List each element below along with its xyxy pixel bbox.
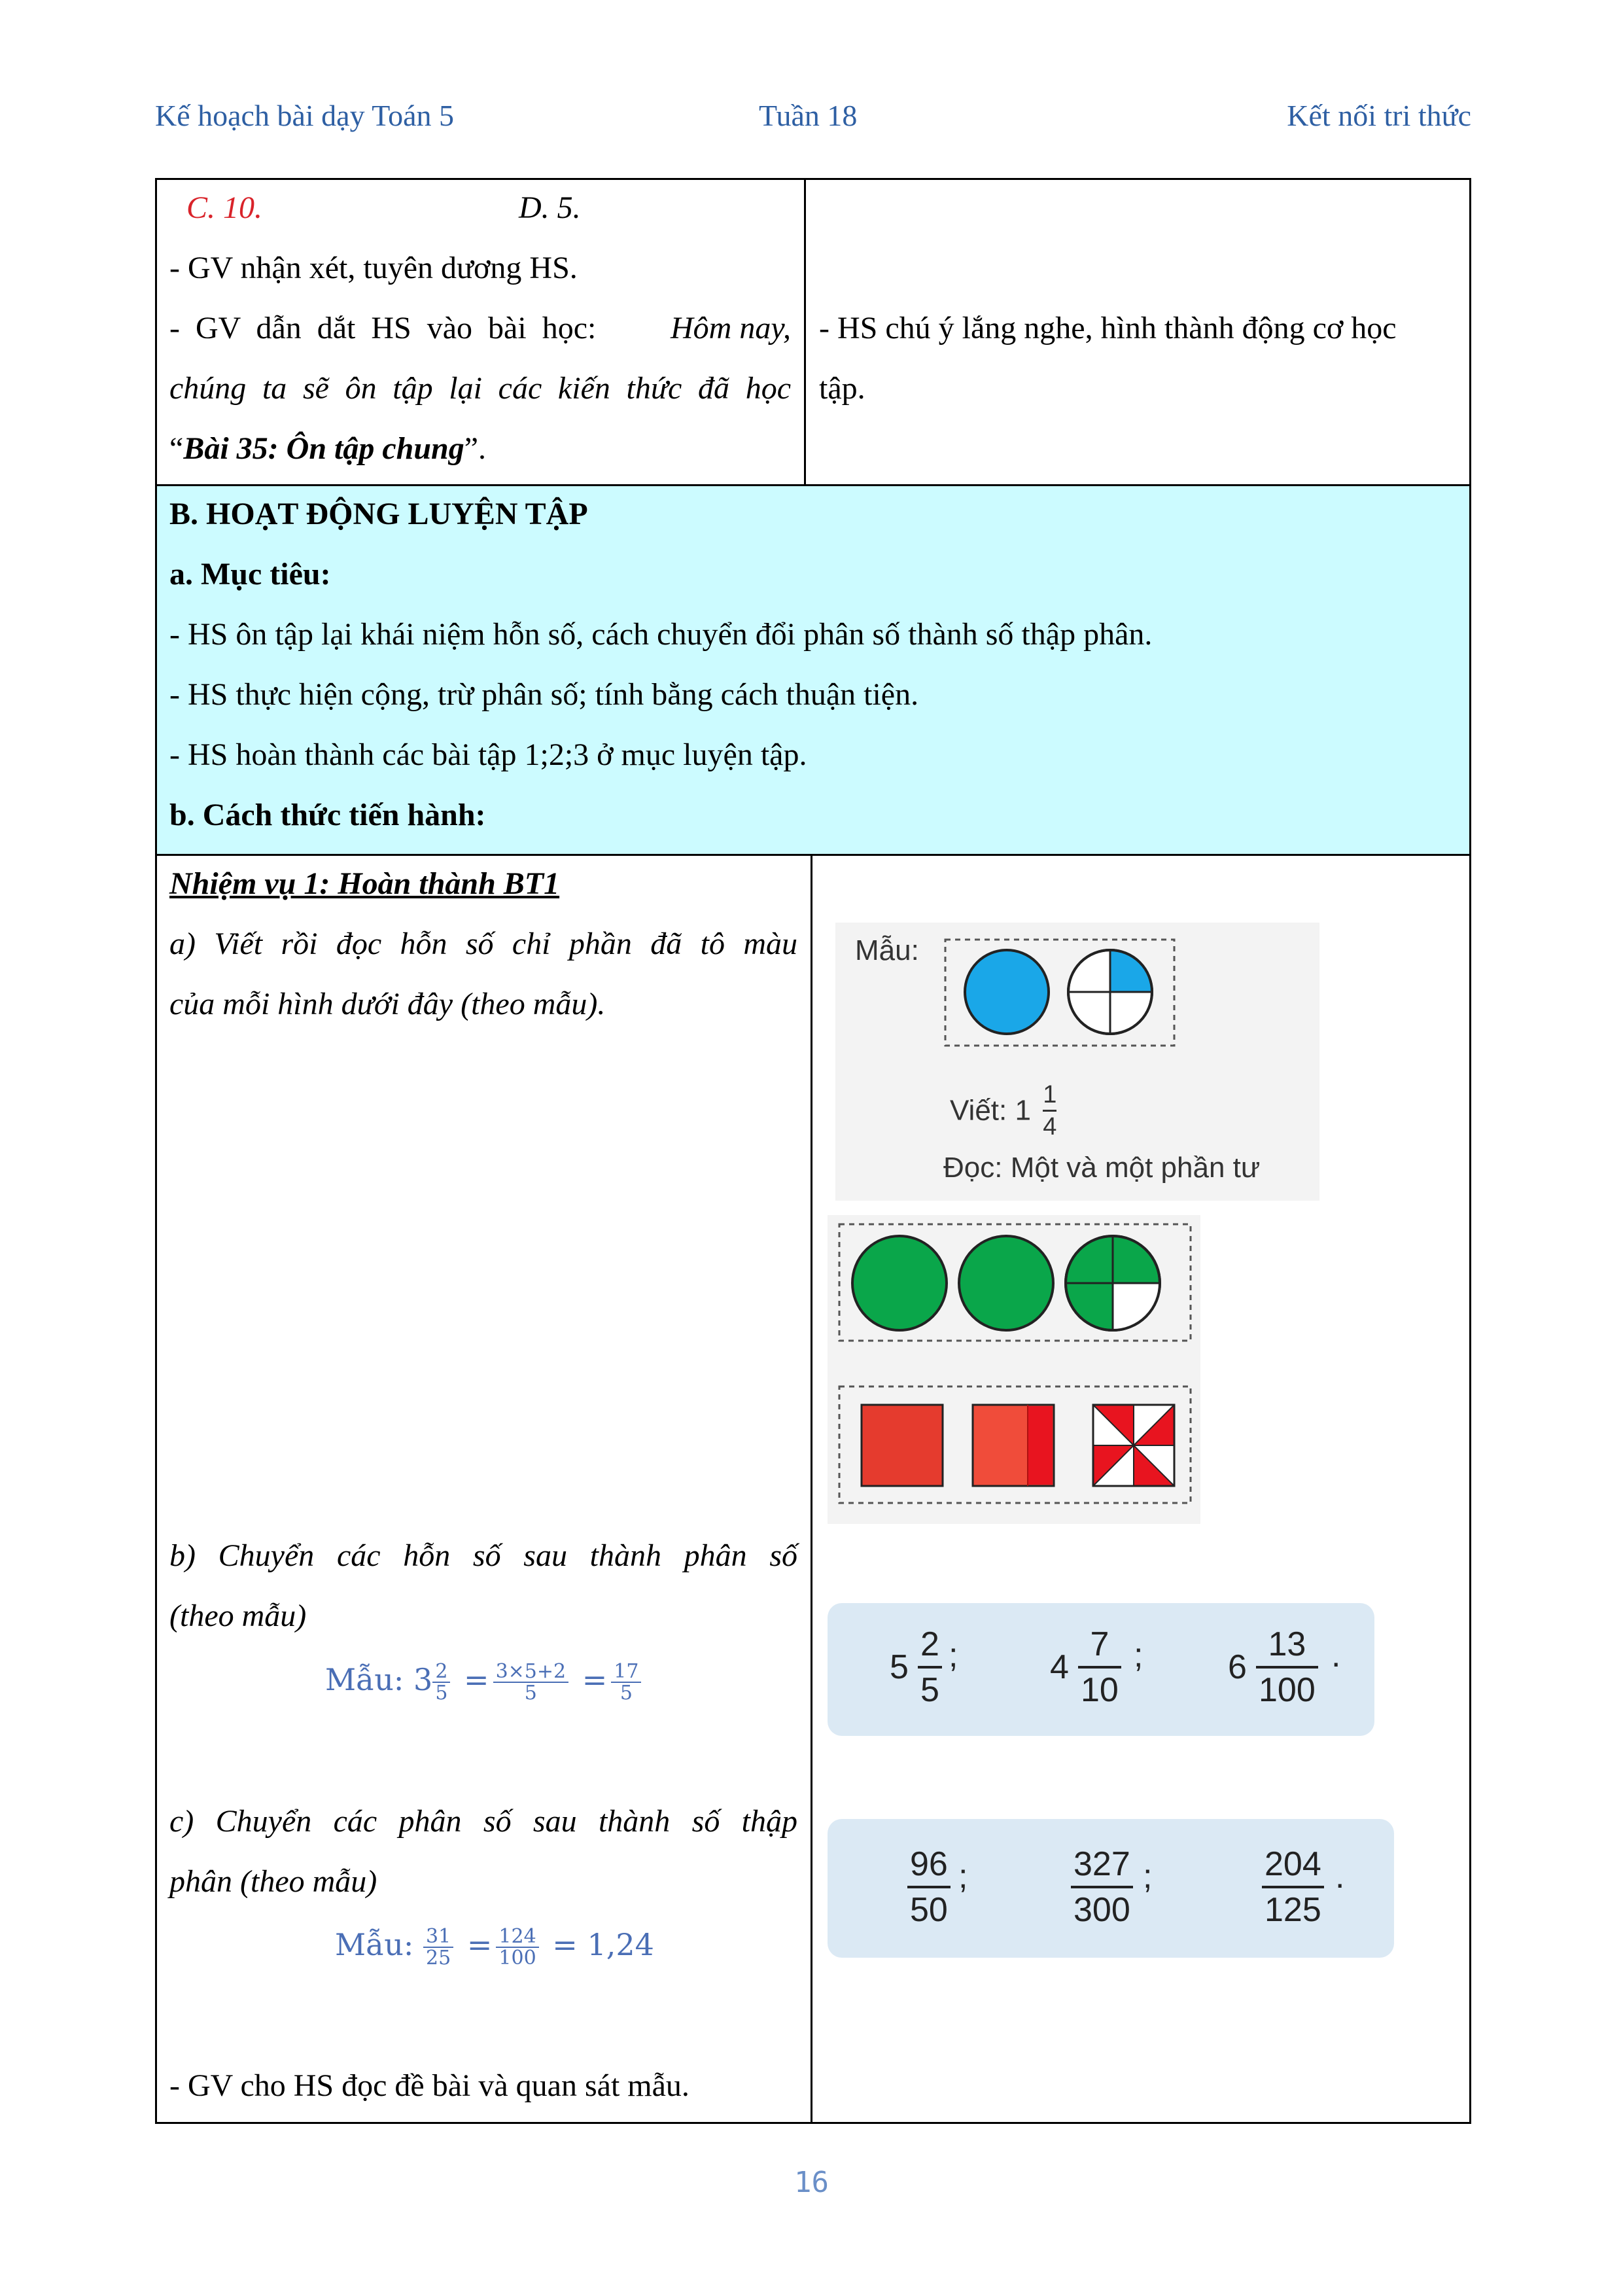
hs-response-1: - HS chú ý lắng nghe, hình thành động cơ…: [819, 311, 1397, 345]
objective-1: - HS ôn tập lại khái niệm hỗn số, cách c…: [169, 617, 1153, 652]
gv-intro-prefix: - GV dẫn dắt HS vào bài học:: [169, 311, 597, 345]
gv-read-instruction: - GV cho HS đọc đề bài và quan sát mẫu.: [169, 2068, 689, 2103]
task1-part-c-2: phân (theo mẫu): [169, 1864, 377, 1899]
sample-read: Đọc: Một và một phần tư: [943, 1152, 1261, 1184]
green-full-circle-1: [851, 1235, 948, 1332]
lesson-title: Bài 35: Ôn tập chung: [183, 431, 464, 466]
task1-part-c-1: c) Chuyển các phân số sau thành số thập: [169, 1804, 797, 1839]
lesson-table: C. 10. D. 5. - GV nhận xét, tuyên dương …: [155, 178, 1471, 2124]
mixed-3-whole: 6: [1228, 1648, 1247, 1686]
gv-praise: - GV nhận xét, tuyên dương HS.: [169, 251, 578, 285]
task1-part-b-2: (theo mẫu): [169, 1598, 307, 1633]
gv-intro-line2: chúng ta sẽ ôn tập lại các kiến thức đã …: [169, 371, 791, 406]
header-right: Kết nối tri thức: [1287, 99, 1471, 132]
gv-intro-line1: - GV dẫn dắt HS vào bài học: Hôm nay,: [169, 298, 791, 359]
quarter-blue-circle: [1067, 949, 1153, 1035]
part-c-sample: Mẫu: 31 25 = 124 100 = 1,24: [335, 1924, 654, 1969]
objective-heading: a. Mục tiêu:: [169, 557, 331, 592]
header-left: Kế hoạch bài dạy Toán 5: [155, 99, 455, 132]
fraction-1: 96 50: [907, 1843, 951, 1932]
option-d: D. 5.: [519, 190, 581, 225]
mixed-2-whole: 4: [1050, 1648, 1069, 1686]
red-striped-square: [971, 1404, 1055, 1487]
task1-part-b-1: b) Chuyển các hỗn số sau thành phân số: [169, 1538, 797, 1573]
red-triangle-square: [1092, 1404, 1176, 1487]
mixed-1-frac: 25: [918, 1623, 942, 1712]
sample-write: Viết: 1 1 4: [950, 1081, 1057, 1140]
method-heading: b. Cách thức tiến hành:: [169, 798, 486, 832]
mixed-1-whole: 5: [890, 1648, 909, 1686]
exercise-shapes: [838, 1223, 1192, 1504]
task1-part-a-1: a) Viết rồi đọc hỗn số chỉ phần đã tô mà…: [169, 927, 797, 961]
header-center: Tuần 18: [759, 99, 858, 132]
objective-2: - HS thực hiện cộng, trừ phân số; tính b…: [169, 677, 919, 712]
page-number: 16: [794, 2166, 829, 2199]
option-c: C. 10.: [186, 190, 263, 225]
fractions-box: 96 50 ; 327 300 ; 204 125 .: [828, 1819, 1394, 1958]
mixed-2-frac: 7 10: [1078, 1623, 1121, 1712]
exercise-shapes-figure: [828, 1215, 1200, 1524]
sample-figure: Mẫu: Viết: 1 1 4 Đọc: Một và một phần tư: [835, 923, 1319, 1201]
task1-part-a-2: của mỗi hình dưới đây (theo mẫu).: [169, 987, 606, 1021]
fraction-3: 204 125: [1262, 1843, 1324, 1932]
task1-title: Nhiệm vụ 1: Hoàn thành BT1: [169, 866, 560, 901]
part-b-sample: Mẫu: 325 = 3×5+2 5 = 17 5: [325, 1644, 642, 1716]
hs-response-2: tập.: [819, 371, 865, 406]
fraction-2: 327 300: [1071, 1843, 1133, 1932]
gv-intro-italic: Hôm nay,: [671, 311, 791, 345]
section-b-title: B. HOẠT ĐỘNG LUYỆN TẬP: [169, 497, 588, 531]
mixed-3-frac: 13 100: [1256, 1623, 1318, 1712]
mixed-numbers-box: 5 25 ; 4 7 10 ; 6 13 100 .: [828, 1603, 1374, 1736]
full-blue-circle: [964, 949, 1050, 1035]
objective-3: - HS hoàn thành các bài tập 1;2;3 ở mục …: [169, 737, 807, 772]
lesson-title-line: “Bài 35: Ôn tập chung”.: [169, 431, 487, 466]
red-full-square: [860, 1404, 944, 1487]
green-three-quarter-circle: [1064, 1235, 1161, 1332]
green-full-circle-2: [958, 1235, 1055, 1332]
